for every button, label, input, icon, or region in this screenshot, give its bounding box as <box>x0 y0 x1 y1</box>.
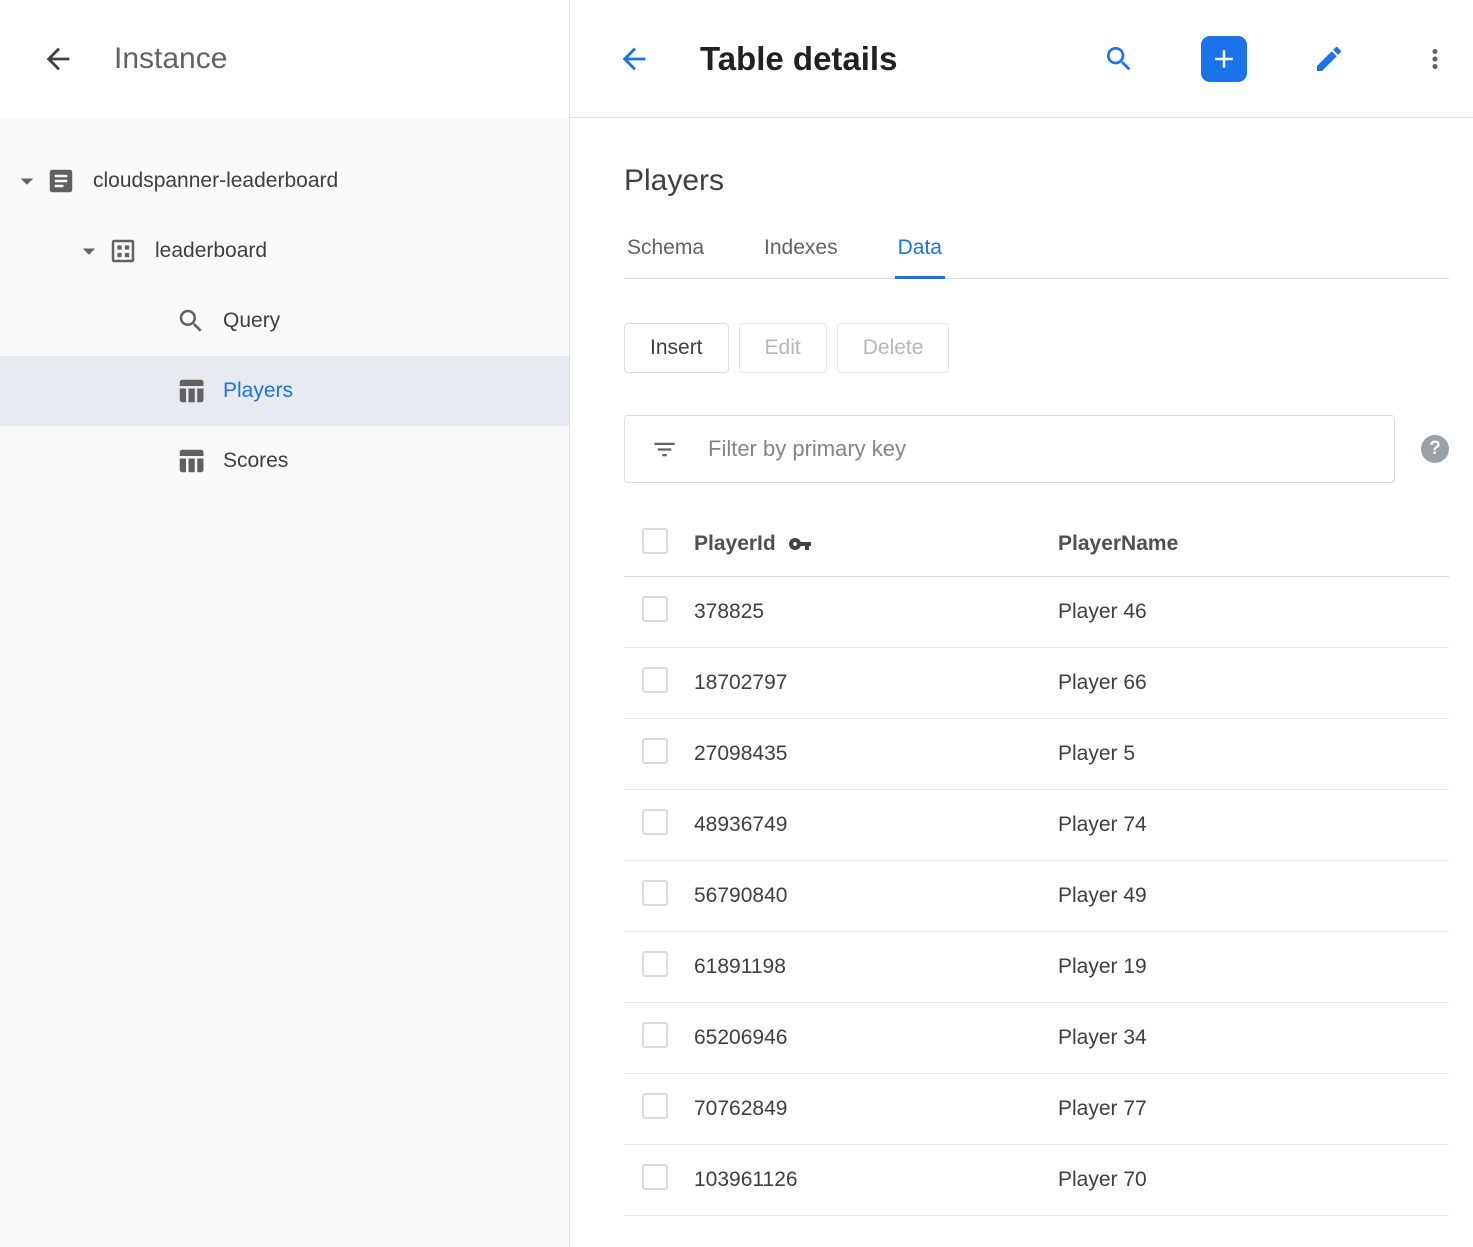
row-checkbox[interactable] <box>642 951 668 977</box>
caret-down-icon[interactable] <box>8 162 46 200</box>
arrow-back-icon <box>41 42 75 76</box>
more-options-button[interactable] <box>1411 35 1459 83</box>
row-checkbox[interactable] <box>642 667 668 693</box>
tree-item-scores[interactable]: Scores <box>0 426 569 496</box>
table-row: 27098435 Player 5 <box>624 719 1449 790</box>
table-row: 378825 Player 46 <box>624 577 1449 648</box>
row-checkbox[interactable] <box>642 1093 668 1119</box>
player-id-cell: 48936749 <box>694 813 1058 837</box>
table-header-row: PlayerId PlayerName <box>624 511 1449 577</box>
pencil-icon <box>1313 43 1345 75</box>
delete-button[interactable]: Delete <box>837 323 950 373</box>
tree-item-label: Query <box>223 309 280 333</box>
filter-box[interactable] <box>624 415 1395 483</box>
filter-input[interactable] <box>708 436 1374 462</box>
player-name-cell: Player 19 <box>1058 955 1449 979</box>
player-id-cell: 56790840 <box>694 884 1058 908</box>
player-name-cell: Player 74 <box>1058 813 1449 837</box>
column-header-playername: PlayerName <box>1058 532 1449 556</box>
tree-item-label: leaderboard <box>155 239 267 263</box>
sidebar-header: Instance <box>0 0 569 118</box>
row-checkbox[interactable] <box>642 1022 668 1048</box>
table-row: 103961126 Player 70 <box>624 1145 1449 1216</box>
tree-item-label: cloudspanner-leaderboard <box>93 169 338 193</box>
tab-indexes[interactable]: Indexes <box>761 236 841 278</box>
header-actions <box>1095 35 1459 83</box>
tab-bar: Schema Indexes Data <box>624 236 1449 279</box>
column-header-playerid: PlayerId <box>694 532 1058 556</box>
row-checkbox[interactable] <box>642 880 668 906</box>
primary-key-icon <box>788 532 812 556</box>
tree-item-query[interactable]: Query <box>0 286 569 356</box>
row-checkbox[interactable] <box>642 596 668 622</box>
table-icon <box>176 376 206 406</box>
table-row: 48936749 Player 74 <box>624 790 1449 861</box>
page-title: Players <box>624 164 1449 198</box>
help-icon[interactable]: ? <box>1421 435 1449 463</box>
back-button[interactable] <box>610 35 658 83</box>
table-row: 70762849 Player 77 <box>624 1074 1449 1145</box>
main-header: Table details <box>570 0 1473 118</box>
table-details-content: Players Schema Indexes Data Insert Edit … <box>570 118 1473 1247</box>
page-header-title: Table details <box>700 40 897 78</box>
row-action-bar: Insert Edit Delete <box>624 323 1449 373</box>
tree-item-label: Players <box>223 379 293 403</box>
player-id-cell: 61891198 <box>694 955 1058 979</box>
row-checkbox[interactable] <box>642 738 668 764</box>
search-button[interactable] <box>1095 35 1143 83</box>
app-window: Instance cloudspanner-leaderboard <box>0 0 1473 1247</box>
table-row: 18702797 Player 66 <box>624 648 1449 719</box>
player-name-cell: Player 34 <box>1058 1026 1449 1050</box>
query-search-icon <box>176 306 206 336</box>
player-id-cell: 103961126 <box>694 1168 1058 1192</box>
table-row: 56790840 Player 49 <box>624 861 1449 932</box>
plus-icon <box>1209 44 1239 74</box>
search-icon <box>1103 43 1135 75</box>
explorer-tree: cloudspanner-leaderboard leaderboard Que… <box>0 118 569 496</box>
column-header-label: PlayerId <box>694 532 776 556</box>
select-all-checkbox[interactable] <box>642 528 668 554</box>
table-icon <box>176 446 206 476</box>
sidebar: Instance cloudspanner-leaderboard <box>0 0 570 1247</box>
caret-down-icon[interactable] <box>70 232 108 270</box>
database-icon <box>108 236 138 266</box>
arrow-back-icon <box>617 42 651 76</box>
player-id-cell: 378825 <box>694 600 1058 624</box>
kebab-menu-icon <box>1420 44 1450 74</box>
data-table: PlayerId PlayerName 378825 Player 46 18 <box>624 511 1449 1216</box>
player-id-cell: 65206946 <box>694 1026 1058 1050</box>
tab-schema[interactable]: Schema <box>624 236 707 278</box>
row-checkbox[interactable] <box>642 809 668 835</box>
main-panel: Table details Players Schema <box>570 0 1473 1247</box>
player-name-cell: Player 66 <box>1058 671 1449 695</box>
player-id-cell: 27098435 <box>694 742 1058 766</box>
player-name-cell: Player 70 <box>1058 1168 1449 1192</box>
table-body: 378825 Player 46 18702797 Player 66 2709… <box>624 577 1449 1216</box>
table-row: 61891198 Player 19 <box>624 932 1449 1003</box>
player-name-cell: Player 46 <box>1058 600 1449 624</box>
player-id-cell: 18702797 <box>694 671 1058 695</box>
edit-pencil-button[interactable] <box>1305 35 1353 83</box>
tree-item-database[interactable]: leaderboard <box>0 216 569 286</box>
player-id-cell: 70762849 <box>694 1097 1058 1121</box>
player-name-cell: Player 5 <box>1058 742 1449 766</box>
tree-item-players[interactable]: Players <box>0 356 569 426</box>
column-header-label: PlayerName <box>1058 532 1178 556</box>
instance-icon <box>46 166 76 196</box>
player-name-cell: Player 77 <box>1058 1097 1449 1121</box>
tree-item-label: Scores <box>223 449 288 473</box>
tree-item-instance[interactable]: cloudspanner-leaderboard <box>0 146 569 216</box>
row-checkbox[interactable] <box>642 1164 668 1190</box>
filter-row: ? <box>624 415 1449 483</box>
insert-button[interactable]: Insert <box>624 323 729 373</box>
edit-button[interactable]: Edit <box>739 323 827 373</box>
player-name-cell: Player 49 <box>1058 884 1449 908</box>
back-button[interactable] <box>34 35 82 83</box>
filter-icon <box>651 436 678 463</box>
add-button[interactable] <box>1201 36 1247 82</box>
table-row: 65206946 Player 34 <box>624 1003 1449 1074</box>
tab-data[interactable]: Data <box>895 236 945 278</box>
sidebar-title: Instance <box>114 42 227 76</box>
